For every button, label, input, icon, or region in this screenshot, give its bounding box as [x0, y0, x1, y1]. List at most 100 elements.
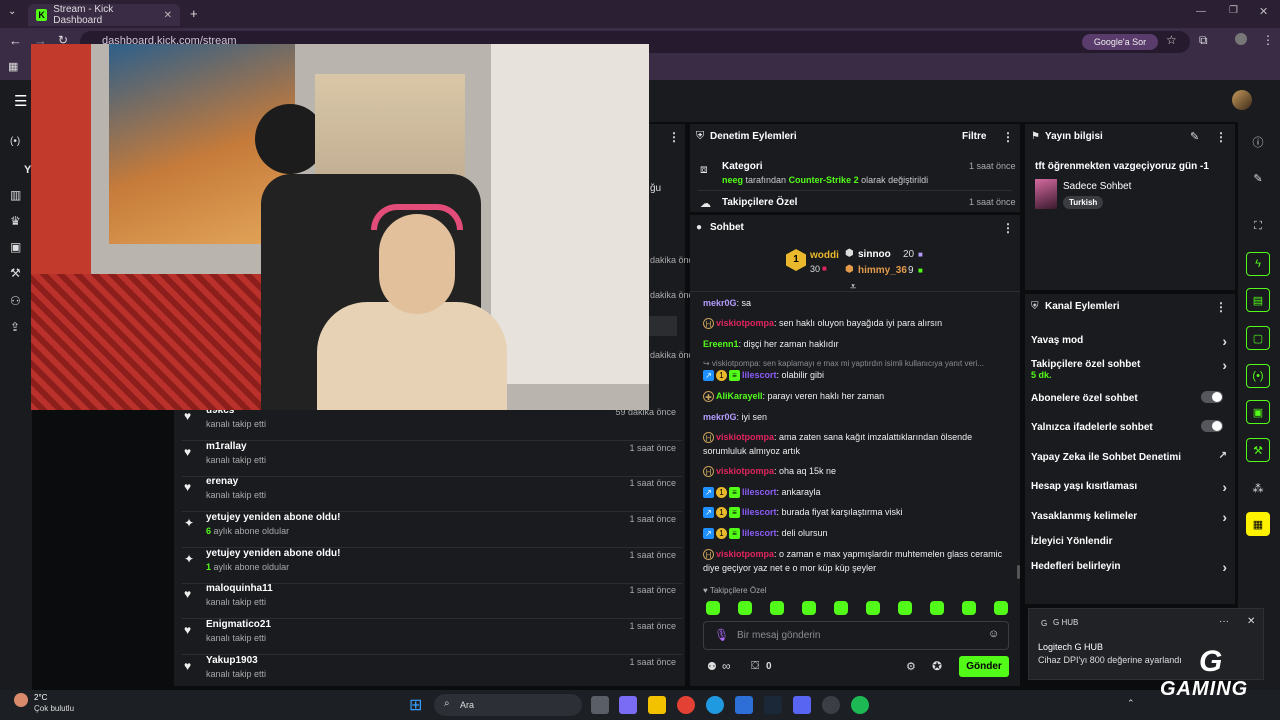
hamburger-menu-icon[interactable]: ☰ [14, 92, 27, 110]
toggle-switch[interactable] [1201, 391, 1223, 403]
activity-name[interactable]: m1rallay [206, 441, 247, 452]
video-library-icon[interactable]: ▣ [10, 240, 24, 254]
chat-menu-icon[interactable]: ⋮ [1002, 221, 1014, 235]
edge-icon[interactable] [706, 696, 724, 714]
tools-icon[interactable]: ⚒ [1246, 438, 1270, 462]
stream-info-menu-icon[interactable]: ⋮ [1215, 130, 1227, 144]
edit-pencil-icon[interactable]: ✎ [1190, 130, 1199, 143]
moderation-menu-icon[interactable]: ⋮ [1002, 130, 1014, 144]
user-avatar[interactable] [1232, 90, 1252, 110]
expand-leaderboard-icon[interactable]: ⩡ [850, 281, 856, 294]
bookmark-star-icon[interactable]: ☆ [1166, 33, 1177, 47]
notification-close-icon[interactable]: ✕ [1247, 616, 1255, 627]
channel-action-row[interactable]: Yalnızca ifadelerle sohbet [1031, 420, 1227, 433]
moderation-target[interactable]: Counter-Strike 2 [789, 175, 859, 185]
emote-face-icon[interactable]: ✪ [932, 659, 942, 673]
chrome-icon[interactable] [677, 696, 695, 714]
store-icon[interactable] [735, 696, 753, 714]
channel-action-row[interactable]: Abonelere özel sohbet [1031, 391, 1227, 404]
channel-action-row[interactable]: Hesap yaşı kısıtlaması › [1031, 479, 1227, 495]
chat-username[interactable]: mekr0G [703, 298, 737, 308]
channel-action-row[interactable]: Yasaklanmış kelimeler › [1031, 509, 1227, 525]
activity-partial-button[interactable] [649, 316, 677, 336]
stream-category[interactable]: Sadece Sohbet [1063, 181, 1131, 192]
fullscreen-icon[interactable]: ⛶ [1246, 214, 1270, 238]
chat-username[interactable]: lilescort [742, 370, 777, 380]
moderation-actor[interactable]: neeg [722, 175, 743, 185]
tray-chevron-icon[interactable]: ⌃ [1127, 698, 1135, 709]
chat-username[interactable]: lilescort [742, 528, 777, 538]
analytics-icon[interactable]: ▥ [10, 188, 24, 202]
channel-action-row[interactable]: Hedefleri belirleyin › [1031, 559, 1227, 575]
file-explorer-icon[interactable] [648, 696, 666, 714]
emote-icon[interactable] [962, 601, 976, 615]
copilot-icon[interactable] [619, 696, 637, 714]
channel-actions-menu-icon[interactable]: ⋮ [1215, 300, 1227, 314]
channel-action-row[interactable]: Takipçilere özel sohbet 5 dk. › [1031, 357, 1227, 380]
maximize-icon[interactable]: ❐ [1229, 5, 1238, 16]
emote-icon[interactable] [898, 601, 912, 615]
leader-second-name[interactable]: sinnoo [858, 249, 891, 260]
notification-menu-icon[interactable]: ··· [1219, 616, 1229, 627]
taskbar-search[interactable]: ⌕ Ara [434, 694, 582, 716]
chat-username[interactable]: Ereenn1 [703, 339, 739, 349]
clapper-icon[interactable]: ▦ [1246, 512, 1270, 536]
activity-menu-icon[interactable]: ⋮ [668, 130, 680, 144]
gift-box-icon[interactable]: ⛋ [751, 660, 759, 673]
tab-list-chevron-icon[interactable]: ⌄ [8, 6, 16, 17]
microphone-icon[interactable]: 🎙 [714, 628, 729, 642]
chat-username[interactable]: lilescort [742, 487, 777, 497]
live-stream-icon[interactable]: (•) [10, 136, 24, 150]
chat-username[interactable]: mekr0G [703, 412, 737, 422]
chat-settings-icon[interactable]: ⚙ [906, 660, 916, 673]
window-close-icon[interactable]: ✕ [1259, 5, 1268, 18]
activity-name[interactable]: maloquinha11 [206, 583, 273, 594]
chat-message-input[interactable]: 🎙 Bir mesaj gönderin ☺ [703, 621, 1009, 650]
chat-username[interactable]: viskiotpompa [716, 466, 774, 476]
activity-name[interactable]: Yakup1903 [206, 655, 258, 666]
extensions-icon[interactable]: ⧉ [1199, 33, 1208, 48]
activity-name[interactable]: yetujey yeniden abone oldu! [206, 548, 340, 559]
notes-icon[interactable]: ▤ [1246, 288, 1270, 312]
chat-username[interactable]: viskiotpompa [716, 318, 774, 328]
chat-username[interactable]: lilescort [742, 507, 777, 517]
minimize-icon[interactable]: — [1196, 6, 1206, 17]
category-thumbnail[interactable] [1035, 179, 1057, 209]
emote-icon[interactable] [930, 601, 944, 615]
users-icon[interactable]: ⚇ [10, 294, 24, 308]
chat-username[interactable]: viskiotpompa [716, 549, 774, 559]
apps-grid-icon[interactable]: ▦ [8, 60, 18, 73]
channel-action-row[interactable]: İzleyici Yönlendir [1031, 536, 1227, 547]
activity-name[interactable]: Enigmatico21 [206, 619, 271, 630]
leader-third-name[interactable]: himmy_36 [858, 265, 907, 276]
spotify-icon[interactable] [851, 696, 869, 714]
browser-menu-icon[interactable]: ⋮ [1262, 33, 1274, 47]
windows-start-icon[interactable]: ⊞ [409, 695, 422, 715]
media-icon[interactable]: ▣ [1246, 400, 1270, 424]
new-tab-icon[interactable]: + [190, 6, 198, 21]
emote-icon[interactable] [834, 601, 848, 615]
channel-action-row[interactable]: Yavaş mod › [1031, 333, 1227, 349]
edit-icon[interactable]: ✎ [1246, 166, 1270, 190]
upload-icon[interactable]: ⇪ [10, 320, 24, 334]
moderation-filter-button[interactable]: Filtre [962, 131, 986, 142]
wrench-icon[interactable]: ⚒ [10, 266, 24, 280]
back-icon[interactable]: ← [9, 33, 22, 48]
broadcast-icon[interactable]: (•) [1246, 364, 1270, 388]
leader-first-name[interactable]: woddi [810, 250, 839, 261]
chat-scrollbar[interactable] [1017, 565, 1020, 579]
task-view-icon[interactable] [591, 696, 609, 714]
steam-icon[interactable] [764, 696, 782, 714]
activity-name[interactable]: erenay [206, 476, 238, 487]
lightning-icon[interactable]: ϟ [1246, 252, 1270, 276]
stream-tag[interactable]: Turkish [1063, 196, 1104, 209]
profile-avatar[interactable] [1235, 33, 1247, 45]
chat-icon[interactable]: ▢ [1246, 326, 1270, 350]
emote-icon[interactable] [770, 601, 784, 615]
channel-action-row[interactable]: Yapay Zeka ile Sohbet Denetimi ↗ [1031, 450, 1227, 463]
trophy-icon[interactable]: ♛ [10, 214, 24, 228]
users-mode-icon[interactable]: ⚉ [707, 660, 717, 673]
ghub-taskbar-icon[interactable] [822, 696, 840, 714]
emote-icon[interactable] [994, 601, 1008, 615]
browser-tab[interactable]: K Stream - Kick Dashboard ✕ [28, 4, 180, 26]
